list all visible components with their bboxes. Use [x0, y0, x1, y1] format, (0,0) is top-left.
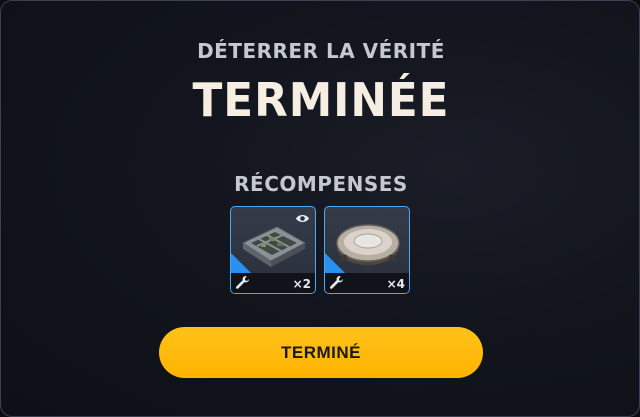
done-button-label: TERMINÉ	[281, 342, 361, 362]
mission-complete-dialog: DÉTERRER LA VÉRITÉ TERMINÉE RÉCOMPENSES …	[0, 0, 640, 417]
wrench-icon	[330, 275, 344, 289]
reward-info-bar: ×2	[231, 273, 315, 293]
mission-name: DÉTERRER LA VÉRITÉ	[197, 39, 445, 63]
rarity-corner	[231, 253, 251, 273]
completion-title: TERMINÉE	[192, 73, 450, 127]
wrench-icon	[236, 275, 250, 289]
eye-icon[interactable]	[295, 213, 310, 224]
reward-card[interactable]: ×2	[230, 206, 316, 294]
reward-quantity: ×4	[386, 277, 405, 291]
reward-info-bar: ×4	[325, 273, 409, 293]
reward-quantity: ×2	[292, 277, 311, 291]
rarity-corner	[325, 253, 345, 273]
rewards-heading: RÉCOMPENSES	[234, 172, 408, 196]
done-button[interactable]: TERMINÉ	[159, 327, 483, 378]
reward-card[interactable]: ×4	[324, 206, 410, 294]
